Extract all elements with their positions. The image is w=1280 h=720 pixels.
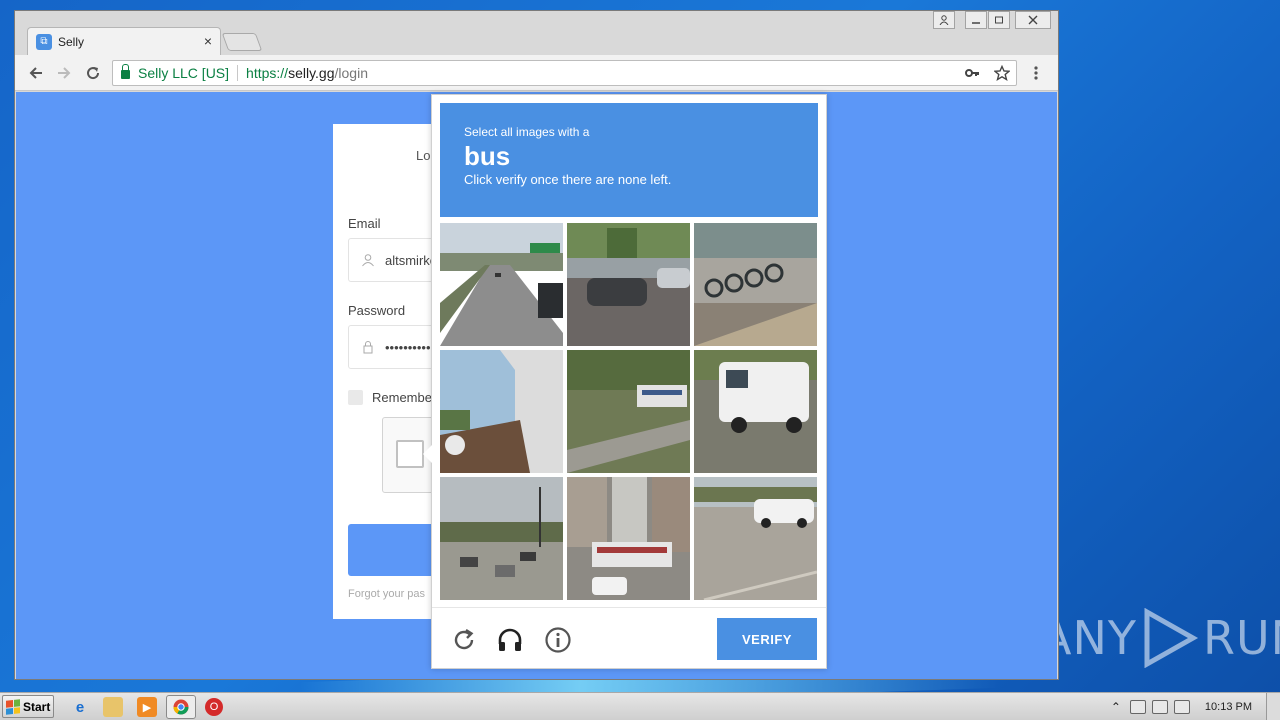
challenge-tile-bike-share-station[interactable]	[694, 223, 817, 346]
remember-checkbox[interactable]	[348, 390, 363, 405]
watermark-right-text: RUN	[1202, 611, 1280, 665]
padlock-icon	[363, 341, 373, 354]
challenge-tile-city-bus[interactable]	[567, 477, 690, 600]
url-host: selly.gg	[288, 65, 335, 81]
remember-me[interactable]: Remember	[348, 390, 436, 405]
hcaptcha-challenge: Select all images with a bus Click verif…	[423, 94, 827, 669]
tab-title: Selly	[58, 34, 85, 49]
star-icon[interactable]	[994, 65, 1010, 81]
challenge-footer: VERIFY	[432, 607, 826, 669]
show-hidden-icons-icon[interactable]: ⌃	[1111, 700, 1121, 714]
forgot-password-link[interactable]: Forgot your pas	[348, 588, 425, 600]
challenge-tile-highway[interactable]	[440, 223, 563, 346]
key-icon[interactable]	[964, 65, 980, 81]
verify-button[interactable]: VERIFY	[717, 618, 817, 660]
close-window-button[interactable]	[1015, 11, 1051, 29]
refresh-icon[interactable]	[450, 626, 478, 654]
browser-titlebar: ⧉ Selly ×	[15, 11, 1058, 55]
new-tab-button[interactable]	[221, 33, 263, 51]
minimize-button[interactable]	[965, 11, 987, 29]
email-value: altsmirko	[385, 252, 438, 268]
challenge-tile-house-roof[interactable]	[440, 350, 563, 473]
challenge-tile-street-traffic[interactable]	[440, 477, 563, 600]
menu-icon[interactable]	[1025, 63, 1047, 83]
site-identity-label[interactable]: Selly LLC [US]	[138, 65, 229, 81]
forward-icon[interactable]	[53, 63, 75, 83]
headphones-icon[interactable]	[496, 626, 524, 654]
show-desktop-button[interactable]	[1266, 693, 1280, 720]
system-tray: ⌃ 10:13 PM	[1111, 693, 1280, 720]
chrome-icon	[173, 699, 189, 715]
internet-explorer-icon[interactable]: e	[70, 697, 90, 717]
file-explorer-icon[interactable]	[103, 697, 123, 717]
anyrun-watermark: ANY RUN	[1040, 608, 1280, 668]
start-button[interactable]: Start	[2, 695, 54, 718]
windows-taskbar: Start e ▶ O ⌃ 10:13 PM	[0, 692, 1280, 720]
challenge-tile-bus-in-trees[interactable]	[567, 350, 690, 473]
challenge-tile-parked-car[interactable]	[567, 223, 690, 346]
challenge-image-grid	[440, 223, 818, 600]
watermark-play-icon	[1144, 608, 1199, 668]
url-scheme: https://	[246, 65, 289, 81]
prompt-line-3: Click verify once there are none left.	[464, 172, 672, 187]
chrome-taskbar-button[interactable]	[166, 695, 196, 719]
challenge-tile-parking-lot-suv[interactable]	[694, 477, 817, 600]
clock[interactable]: 10:13 PM	[1205, 701, 1252, 713]
opera-icon[interactable]: O	[205, 698, 223, 716]
media-player-icon[interactable]: ▶	[137, 697, 157, 717]
password-value: ••••••••••	[385, 339, 431, 355]
selly-favicon-icon: ⧉	[36, 33, 52, 50]
browser-tab[interactable]: ⧉ Selly ×	[27, 27, 221, 55]
reload-icon[interactable]	[82, 63, 104, 83]
browser-toolbar: Selly LLC [US] https:// selly.gg /login	[15, 55, 1058, 91]
lock-icon	[121, 63, 130, 79]
captcha-checkbox[interactable]	[396, 440, 424, 468]
email-label: Email	[348, 216, 381, 231]
start-label: Start	[23, 699, 51, 714]
tab-close-icon[interactable]: ×	[204, 33, 212, 49]
network-icon[interactable]	[1151, 699, 1168, 714]
address-bar[interactable]: Selly LLC [US] https:// selly.gg /login	[112, 60, 1017, 86]
maximize-button[interactable]	[988, 11, 1010, 29]
back-icon[interactable]	[25, 63, 47, 83]
windows-logo-icon	[6, 698, 20, 715]
remember-label: Remember	[372, 390, 437, 405]
url-path: /login	[334, 65, 368, 81]
omnibox-divider	[237, 65, 239, 81]
user-icon	[362, 254, 374, 267]
profile-icon[interactable]	[933, 11, 955, 29]
prompt-line-1: Select all images with a	[464, 125, 590, 139]
flag-icon[interactable]	[1129, 699, 1146, 714]
prompt-target-word: bus	[464, 141, 511, 171]
challenge-tile-white-van[interactable]	[694, 350, 817, 473]
password-label: Password	[348, 303, 406, 318]
challenge-prompt: Select all images with a bus Click verif…	[440, 103, 818, 217]
volume-icon[interactable]	[1173, 699, 1190, 714]
info-icon[interactable]	[544, 626, 572, 654]
